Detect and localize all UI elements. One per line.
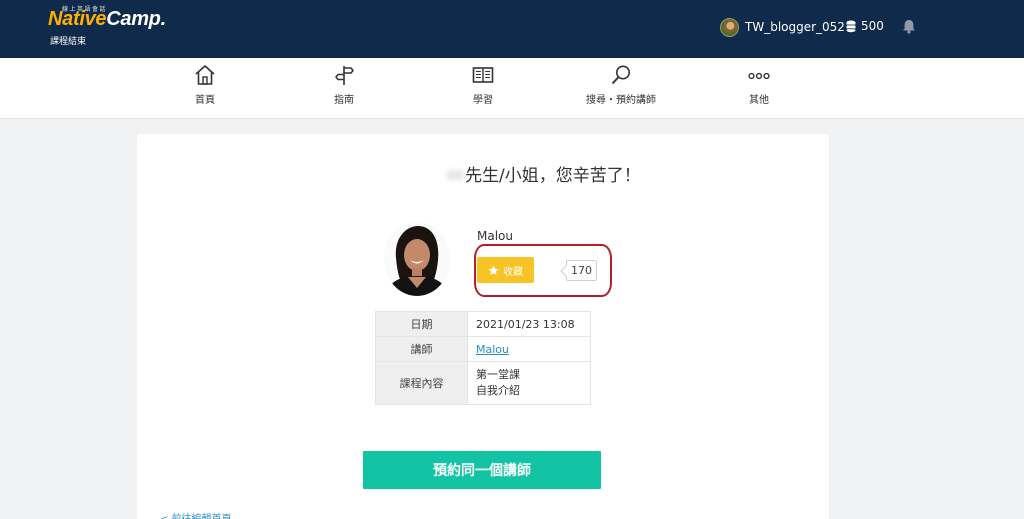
nav-item-search-teachers[interactable]: 搜尋・預約講師	[575, 64, 667, 106]
table-row: 課程內容 第一堂課 自我介紹	[375, 361, 591, 405]
lesson-content-line1: 第一堂課	[476, 368, 520, 381]
teacher-link[interactable]: Malou	[476, 343, 509, 356]
teacher-name: Malou	[477, 229, 513, 243]
teacher-label: 講師	[375, 336, 468, 362]
nav-item-learn[interactable]: 學習	[464, 64, 502, 106]
date-label: 日期	[375, 311, 468, 337]
book-icon	[472, 67, 494, 83]
nav-label-learn: 學習	[473, 95, 493, 106]
more-icon	[748, 72, 770, 80]
signpost-icon	[335, 66, 354, 85]
date-value: 2021/01/23 13:08	[467, 311, 591, 337]
nav-label-home: 首頁	[195, 95, 215, 106]
lesson-details-table: 日期 2021/01/23 13:08 講師 Malou 課程內容 第一堂課 自…	[375, 311, 591, 405]
back-to-home-link[interactable]: < 前往編輯首頁	[160, 510, 232, 519]
page-subtitle: 課程結束	[50, 37, 87, 47]
coin-balance[interactable]: 500	[846, 19, 884, 33]
nav-item-guide[interactable]: 指南	[325, 64, 363, 106]
nav-item-home[interactable]: 首頁	[186, 64, 224, 106]
annotation-highlight-circle	[474, 244, 612, 297]
main-nav: 首頁 指南 學習 搜尋・預約講師 其他	[0, 58, 1024, 119]
user-menu[interactable]: TW_blogger_052	[720, 17, 845, 37]
lesson-content-line2: 自我介紹	[476, 384, 520, 397]
coin-stack-icon	[846, 20, 856, 32]
lesson-content-label: 課程內容	[375, 361, 468, 405]
coin-count: 500	[861, 19, 884, 33]
user-avatar	[720, 17, 739, 37]
nav-label-guide: 指南	[334, 95, 354, 106]
table-row: 講師 Malou	[375, 336, 591, 362]
book-same-teacher-button[interactable]: 預約同一個講師	[363, 451, 601, 489]
blurred-username	[446, 170, 464, 180]
greeting-heading: 先生/小姐，您辛苦了！	[446, 161, 641, 186]
nav-item-more[interactable]: 其他	[740, 64, 778, 106]
nav-label-more: 其他	[749, 95, 769, 106]
bell-icon[interactable]	[902, 19, 916, 34]
table-row: 日期 2021/01/23 13:08	[375, 311, 591, 337]
nativecamp-logo[interactable]: NativeCamp.	[48, 8, 166, 31]
lesson-content-value: 第一堂課 自我介紹	[467, 361, 591, 405]
home-icon	[195, 65, 215, 85]
nav-label-search-teachers: 搜尋・預約講師	[586, 95, 656, 106]
teacher-portrait-image	[384, 222, 450, 296]
teacher-cell: Malou	[467, 336, 591, 362]
search-icon	[611, 65, 630, 85]
teacher-photo[interactable]	[384, 222, 450, 296]
top-bar: 線上英語會話 NativeCamp. 課程結束 TW_blogger_052 5…	[0, 0, 1024, 58]
username: TW_blogger_052	[745, 20, 845, 34]
